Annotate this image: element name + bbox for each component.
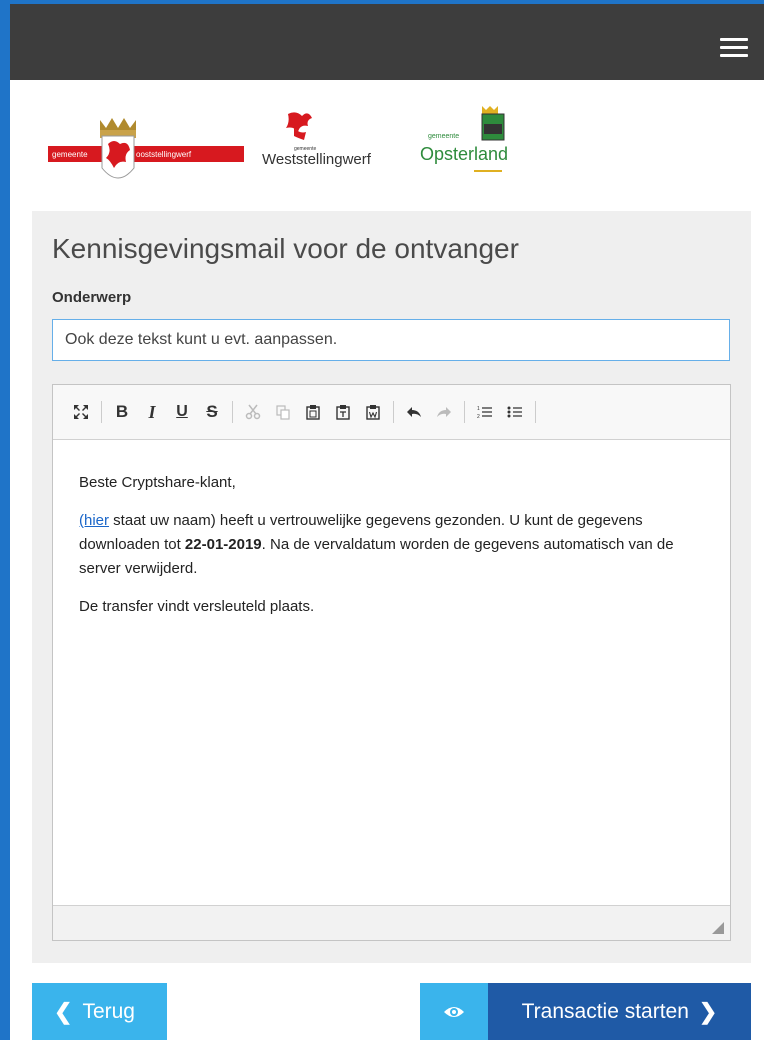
svg-text:1: 1 [477, 406, 480, 412]
editor-content[interactable]: Beste Cryptshare-klant, (hier staat uw n… [79, 471, 699, 633]
toolbar-separator [393, 401, 394, 423]
copy-icon[interactable] [271, 400, 295, 424]
svg-text:gemeente: gemeente [428, 133, 459, 140]
body-paragraph: (hier staat uw naam) heeft u vertrouweli… [79, 512, 674, 577]
bulleted-list-icon[interactable] [503, 400, 527, 424]
maximize-icon[interactable] [69, 400, 93, 424]
svg-text:Opsterland: Opsterland [420, 144, 508, 164]
editor-statusbar [53, 905, 730, 940]
left-accent-bar [0, 0, 10, 1040]
toolbar-separator [464, 401, 465, 423]
name-link[interactable]: (hier [79, 512, 109, 529]
eye-icon [444, 1006, 464, 1017]
municipality-logos: gemeente ooststellingwerf gemeente Wests… [10, 80, 764, 210]
paste-icon[interactable] [301, 400, 325, 424]
cut-icon[interactable] [241, 400, 265, 424]
underline-button[interactable]: U [170, 400, 194, 424]
start-button-label: Transactie starten [521, 999, 689, 1023]
hamburger-menu-icon[interactable] [720, 38, 748, 58]
page-title: Kennisgevingsmail voor de ontvanger [52, 233, 519, 264]
encryption-paragraph: De transfer vindt versleuteld plaats. [79, 598, 315, 615]
svg-text:2: 2 [477, 414, 480, 420]
chevron-left-icon: ❮ [54, 998, 73, 1024]
resize-handle-icon[interactable] [712, 922, 724, 934]
ooststellingwerf-logo: gemeente ooststellingwerf [48, 118, 244, 179]
paste-text-icon[interactable] [331, 400, 355, 424]
svg-text:ooststellingwerf: ooststellingwerf [136, 150, 192, 159]
weststellingwerf-logo: gemeente Weststellingwerf [262, 112, 372, 168]
subject-label: Onderwerp [52, 289, 132, 306]
subject-input[interactable] [52, 319, 730, 361]
top-header [10, 4, 764, 80]
opsterland-logo: gemeente Opsterland [420, 106, 508, 172]
bold-button[interactable]: B [110, 400, 134, 424]
strikethrough-button[interactable]: S [200, 400, 224, 424]
rich-text-editor: B I U S 1 2 Beste Cryptshare-klant, (hie… [52, 384, 731, 941]
back-button-label: Terug [82, 999, 135, 1023]
expiry-date: 22-01-2019 [184, 536, 262, 553]
italic-button[interactable]: I [140, 400, 164, 424]
greeting-text: Beste Cryptshare-klant, [79, 474, 236, 491]
toolbar-separator [535, 401, 536, 423]
start-transaction-button[interactable]: Transactie starten ❯ [488, 983, 751, 1040]
paste-word-icon[interactable] [361, 400, 385, 424]
editor-toolbar: B I U S 1 2 [53, 385, 730, 440]
svg-text:gemeente: gemeente [52, 150, 88, 159]
notification-mail-panel: Kennisgevingsmail voor de ontvanger Onde… [32, 211, 751, 963]
toolbar-separator [101, 401, 102, 423]
preview-button[interactable] [420, 983, 488, 1040]
undo-icon[interactable] [402, 400, 426, 424]
redo-icon[interactable] [432, 400, 456, 424]
toolbar-separator [232, 401, 233, 423]
chevron-right-icon: ❯ [698, 998, 718, 1024]
back-button[interactable]: ❮ Terug [32, 983, 167, 1040]
numbered-list-icon[interactable]: 12 [473, 400, 497, 424]
svg-text:Weststellingwerf: Weststellingwerf [262, 151, 372, 168]
